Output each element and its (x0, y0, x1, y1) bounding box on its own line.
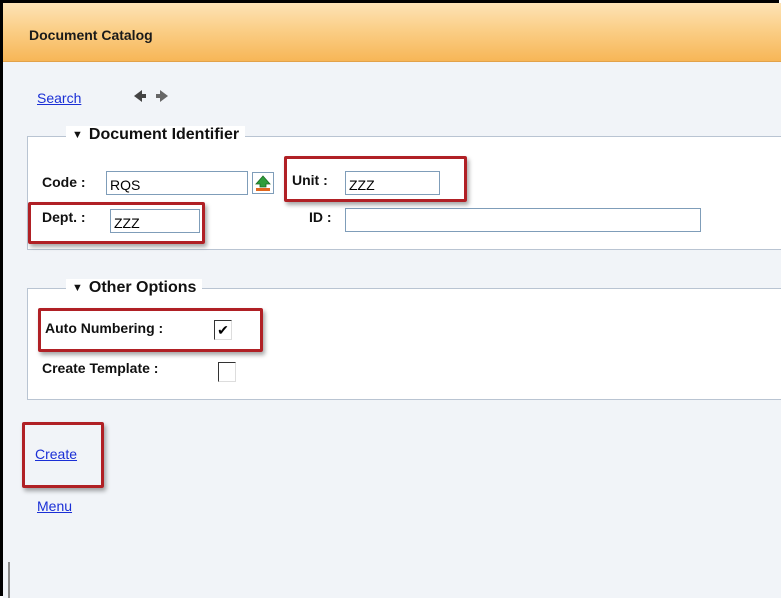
code-input[interactable] (106, 171, 248, 195)
auto-numbering-label: Auto Numbering : (45, 320, 164, 336)
dept-input[interactable] (110, 209, 200, 233)
id-label: ID : (309, 209, 332, 225)
other-options-section (27, 288, 781, 400)
checkmark-icon: ✔ (217, 322, 229, 338)
document-identifier-title: Document Identifier (88, 126, 240, 143)
code-label: Code : (42, 174, 86, 190)
collapse-triangle-icon: ▼ (72, 129, 83, 141)
create-link[interactable]: Create (35, 446, 77, 462)
other-options-title: Other Options (88, 279, 197, 296)
left-divider (8, 562, 10, 598)
lookup-icon[interactable] (252, 172, 274, 194)
create-template-checkbox[interactable] (218, 362, 236, 382)
other-options-legend[interactable]: ▼ Other Options (66, 279, 203, 297)
menu-link[interactable]: Menu (37, 498, 72, 514)
nav-arrows-icon[interactable] (132, 89, 176, 103)
document-identifier-legend[interactable]: ▼ Document Identifier (66, 126, 246, 144)
search-link[interactable]: Search (37, 90, 81, 106)
collapse-triangle-icon: ▼ (72, 282, 83, 294)
dept-label: Dept. : (42, 209, 86, 225)
auto-numbering-checkbox[interactable]: ✔ (214, 320, 232, 340)
id-input[interactable] (345, 208, 701, 232)
create-template-label: Create Template : (42, 360, 159, 376)
unit-label: Unit : (292, 172, 328, 188)
unit-input[interactable] (345, 171, 440, 195)
